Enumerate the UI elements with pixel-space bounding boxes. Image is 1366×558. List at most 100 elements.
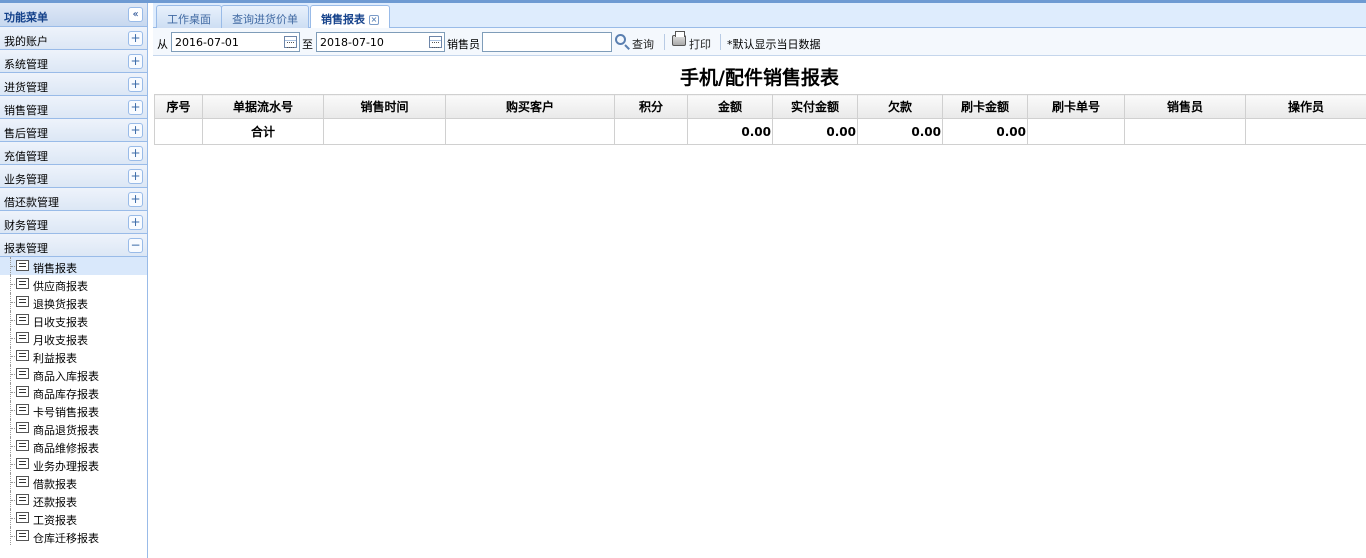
report-icon [16, 458, 29, 469]
report-icon [16, 314, 29, 325]
column-header[interactable]: 销售员 [1124, 94, 1246, 119]
print-label: 打印 [689, 38, 711, 51]
sidebar-section[interactable]: 销售管理 + [0, 96, 147, 119]
collapse-sidebar-icon[interactable]: « [128, 7, 143, 22]
calendar-icon[interactable] [284, 36, 297, 48]
from-date-field[interactable]: 2016-07-01 [171, 32, 300, 52]
table-cell [1124, 118, 1246, 145]
total-label: 合计 [202, 118, 324, 145]
tree-item[interactable]: 商品入库报表 [0, 365, 147, 383]
sidebar-header: 功能菜单 « [0, 3, 147, 27]
tree-item-label: 月收支报表 [33, 334, 88, 347]
column-header[interactable]: 单据流水号 [202, 94, 324, 119]
table-cell [323, 118, 446, 145]
expand-icon[interactable]: + [128, 31, 143, 46]
sidebar-section-label: 我的账户 [4, 35, 48, 48]
sidebar-section-label: 系统管理 [4, 58, 48, 71]
table-header-row: 序号 单据流水号 销售时间 购买客户 积分 金额 实付金额 欠款 刷卡金额 刷卡单号 销售员 操作员 [154, 94, 1366, 119]
total-card-amount: 0.00 [942, 118, 1028, 145]
column-header[interactable]: 购买客户 [445, 94, 615, 119]
report-icon [16, 278, 29, 289]
column-header[interactable]: 积分 [614, 94, 688, 119]
total-row: 合计 0.00 0.00 0.00 0.00 [154, 118, 1366, 145]
tree-item-label: 销售报表 [33, 262, 77, 275]
expand-icon[interactable]: + [128, 123, 143, 138]
tree-item[interactable]: 销售报表 [0, 257, 147, 275]
sidebar-section-label: 业务管理 [4, 173, 48, 186]
report-icon [16, 260, 29, 271]
tab-label: 查询进货价单 [232, 13, 298, 26]
tree-item[interactable]: 商品维修报表 [0, 437, 147, 455]
column-header[interactable]: 操作员 [1245, 94, 1366, 119]
expand-icon[interactable]: + [128, 146, 143, 161]
expand-icon[interactable]: + [128, 215, 143, 230]
tree-item[interactable]: 供应商报表 [0, 275, 147, 293]
sidebar-section[interactable]: 我的账户 + [0, 27, 147, 50]
report-icon [16, 476, 29, 487]
to-date-field[interactable]: 2018-07-10 [316, 32, 445, 52]
toolbar-divider [664, 34, 665, 50]
table-cell [1027, 118, 1125, 145]
column-header[interactable]: 销售时间 [323, 94, 446, 119]
query-button[interactable]: 查询 [613, 33, 663, 51]
tree-item-label: 业务办理报表 [33, 460, 99, 473]
column-header[interactable]: 序号 [154, 94, 203, 119]
sidebar-section[interactable]: 借还款管理 + [0, 188, 147, 211]
tree-item[interactable]: 工资报表 [0, 509, 147, 527]
tree-item[interactable]: 月收支报表 [0, 329, 147, 347]
main-panel: 工作桌面 查询进货价单 销售报表 × 从 2016-07-01 至 2018-07… [153, 3, 1366, 558]
from-label: 从 [157, 38, 168, 51]
print-button[interactable]: 打印 [670, 31, 718, 51]
tree-item[interactable]: 商品库存报表 [0, 383, 147, 401]
collapse-icon[interactable]: − [128, 238, 143, 253]
report-icon [16, 368, 29, 379]
tab-label: 销售报表 [321, 13, 365, 26]
sidebar-section[interactable]: 业务管理 + [0, 165, 147, 188]
tree-item-label: 卡号销售报表 [33, 406, 99, 419]
report-title: 手机/配件销售报表 [680, 67, 839, 89]
tree-item[interactable]: 借款报表 [0, 473, 147, 491]
sidebar-title: 功能菜单 [4, 11, 48, 24]
tree-item[interactable]: 利益报表 [0, 347, 147, 365]
tree-item[interactable]: 退换货报表 [0, 293, 147, 311]
tab-purchase-price-query[interactable]: 查询进货价单 [221, 5, 309, 28]
default-data-note: *默认显示当日数据 [727, 38, 821, 51]
printer-icon [672, 31, 686, 46]
calendar-icon[interactable] [429, 36, 442, 48]
expand-icon[interactable]: + [128, 100, 143, 115]
sidebar-section[interactable]: 售后管理 + [0, 119, 147, 142]
tab-sales-report[interactable]: 销售报表 × [310, 5, 390, 29]
sidebar-section[interactable]: 进货管理 + [0, 73, 147, 96]
seller-label: 销售员 [447, 38, 480, 51]
report-icon [16, 350, 29, 361]
tree-item[interactable]: 商品退货报表 [0, 419, 147, 437]
tree-item[interactable]: 仓库迁移报表 [0, 527, 147, 545]
tree-item[interactable]: 业务办理报表 [0, 455, 147, 473]
column-header[interactable]: 刷卡单号 [1027, 94, 1125, 119]
sidebar-section[interactable]: 充值管理 + [0, 142, 147, 165]
sidebar-section[interactable]: 系统管理 + [0, 50, 147, 73]
sidebar-section[interactable]: 报表管理 − [0, 234, 147, 257]
expand-icon[interactable]: + [128, 169, 143, 184]
close-tab-icon[interactable]: × [369, 15, 379, 25]
tab-desktop[interactable]: 工作桌面 [156, 5, 222, 28]
total-paid: 0.00 [772, 118, 858, 145]
report-icon [16, 440, 29, 451]
tree-item-label: 借款报表 [33, 478, 77, 491]
expand-icon[interactable]: + [128, 192, 143, 207]
expand-icon[interactable]: + [128, 54, 143, 69]
to-label: 至 [302, 38, 313, 51]
table-cell [614, 118, 688, 145]
column-header[interactable]: 欠款 [857, 94, 943, 119]
tree-item[interactable]: 还款报表 [0, 491, 147, 509]
seller-input[interactable] [482, 32, 612, 52]
report-icon [16, 530, 29, 541]
tree-item[interactable]: 卡号销售报表 [0, 401, 147, 419]
sidebar-section[interactable]: 财务管理 + [0, 211, 147, 234]
column-header[interactable]: 实付金额 [772, 94, 858, 119]
sales-report-table: 序号 单据流水号 销售时间 购买客户 积分 金额 实付金额 欠款 刷卡金额 刷卡单号 销售员 操作员 … [154, 94, 1366, 145]
tree-item[interactable]: 日收支报表 [0, 311, 147, 329]
column-header[interactable]: 刷卡金额 [942, 94, 1028, 119]
column-header[interactable]: 金额 [687, 94, 773, 119]
expand-icon[interactable]: + [128, 77, 143, 92]
